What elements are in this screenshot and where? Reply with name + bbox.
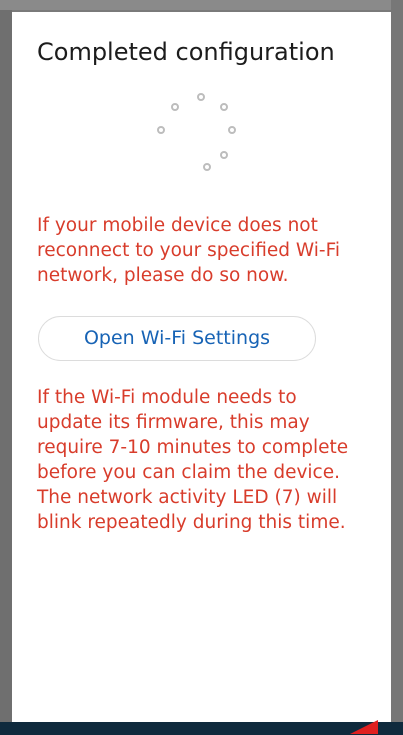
reconnect-message: If your mobile device does not reconnect… bbox=[37, 215, 341, 286]
spinner-dot bbox=[197, 93, 205, 101]
red-arrow-icon bbox=[350, 720, 378, 734]
spinner-dot bbox=[220, 151, 228, 159]
configuration-dialog: Completed configuration If your mobile d… bbox=[12, 12, 391, 722]
spinner-dot bbox=[157, 126, 165, 134]
spinner-dot bbox=[220, 103, 228, 111]
open-wifi-settings-button[interactable]: Open Wi-Fi Settings bbox=[38, 316, 316, 361]
backdrop-left bbox=[0, 0, 12, 735]
backdrop-bottom bbox=[0, 722, 403, 735]
loading-spinner-icon bbox=[151, 93, 251, 193]
dialog-title: Completed configuration bbox=[37, 38, 335, 66]
backdrop-top bbox=[0, 0, 403, 10]
spinner-dot bbox=[203, 163, 211, 171]
spinner-dot bbox=[228, 126, 236, 134]
backdrop-right bbox=[391, 0, 403, 735]
firmware-update-message: If the Wi-Fi module needs to update its … bbox=[37, 387, 349, 533]
spinner-dot bbox=[171, 103, 179, 111]
